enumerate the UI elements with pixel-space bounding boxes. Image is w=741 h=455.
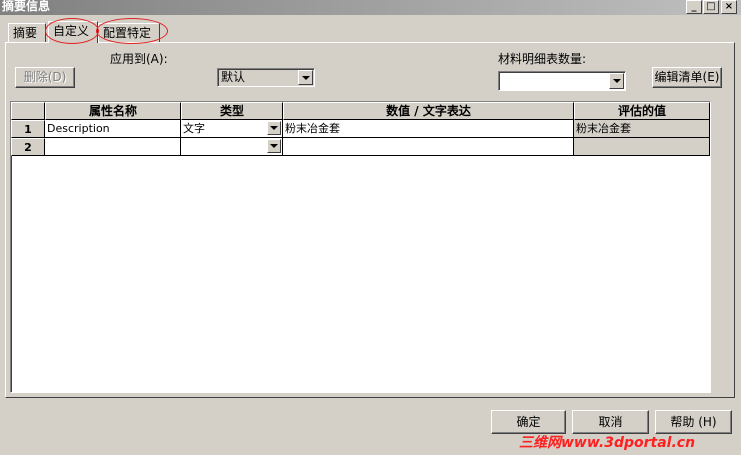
- cell-name-2[interactable]: [45, 138, 181, 156]
- col-header-type[interactable]: 类型: [181, 102, 283, 120]
- tab-custom[interactable]: 自定义: [48, 21, 98, 43]
- tab-summary[interactable]: 摘要: [8, 23, 46, 43]
- maximize-button[interactable]: □: [703, 0, 719, 14]
- chevron-down-icon[interactable]: [267, 121, 281, 135]
- delete-button[interactable]: 删除(D): [15, 67, 75, 88]
- apply-to-label: 应用到(A):: [110, 52, 168, 66]
- bom-qty-label: 材料明细表数量:: [498, 52, 587, 66]
- close-button[interactable]: ×: [721, 0, 737, 14]
- cancel-button[interactable]: 取消: [572, 410, 649, 434]
- tab-summary-label: 摘要: [13, 26, 38, 40]
- row-header-2[interactable]: 2: [11, 138, 45, 156]
- minimize-button[interactable]: _: [686, 0, 702, 14]
- chevron-down-icon[interactable]: [609, 73, 624, 89]
- cell-evaluated-2: [574, 138, 710, 156]
- watermark-cn: 三维网: [519, 435, 561, 451]
- cell-evaluated-1: 粉末冶金套: [574, 120, 710, 138]
- tab-custom-label: 自定义: [53, 24, 90, 38]
- chevron-down-icon[interactable]: [298, 70, 313, 85]
- ok-button[interactable]: 确定: [491, 410, 566, 434]
- grid-corner[interactable]: [11, 102, 45, 120]
- tab-config-specific[interactable]: 配置特定: [98, 23, 160, 43]
- cell-type-1[interactable]: 文字: [181, 120, 283, 138]
- help-button[interactable]: 帮助 (H): [655, 410, 732, 434]
- col-header-value[interactable]: 数值 / 文字表达: [283, 102, 574, 120]
- tab-config-specific-label: 配置特定: [103, 26, 152, 40]
- cell-value-2[interactable]: [283, 138, 574, 156]
- cell-type-1-value: 文字: [183, 122, 205, 135]
- col-header-evaluated[interactable]: 评估的值: [574, 102, 710, 120]
- cell-name-1[interactable]: Description: [45, 120, 181, 138]
- title-bar: 摘要信息 _ □ ×: [0, 0, 741, 15]
- edit-list-button[interactable]: 编辑清单(E): [652, 67, 722, 88]
- chevron-down-icon[interactable]: [267, 139, 281, 153]
- window-title: 摘要信息: [2, 0, 51, 13]
- row-header-1[interactable]: 1: [11, 120, 45, 138]
- watermark: 三维网www.3dportal.cn: [519, 433, 695, 453]
- properties-grid[interactable]: 属性名称 类型 数值 / 文字表达 评估的值 1 Description 文字 …: [10, 101, 711, 393]
- bom-qty-select[interactable]: [498, 71, 626, 91]
- apply-to-value: 默认: [221, 70, 246, 84]
- watermark-url: www.3dportal.cn: [561, 435, 696, 451]
- cell-type-2[interactable]: [181, 138, 283, 156]
- col-header-name[interactable]: 属性名称: [45, 102, 181, 120]
- cell-value-1[interactable]: 粉末冶金套: [283, 120, 574, 138]
- apply-to-select[interactable]: 默认: [217, 68, 315, 87]
